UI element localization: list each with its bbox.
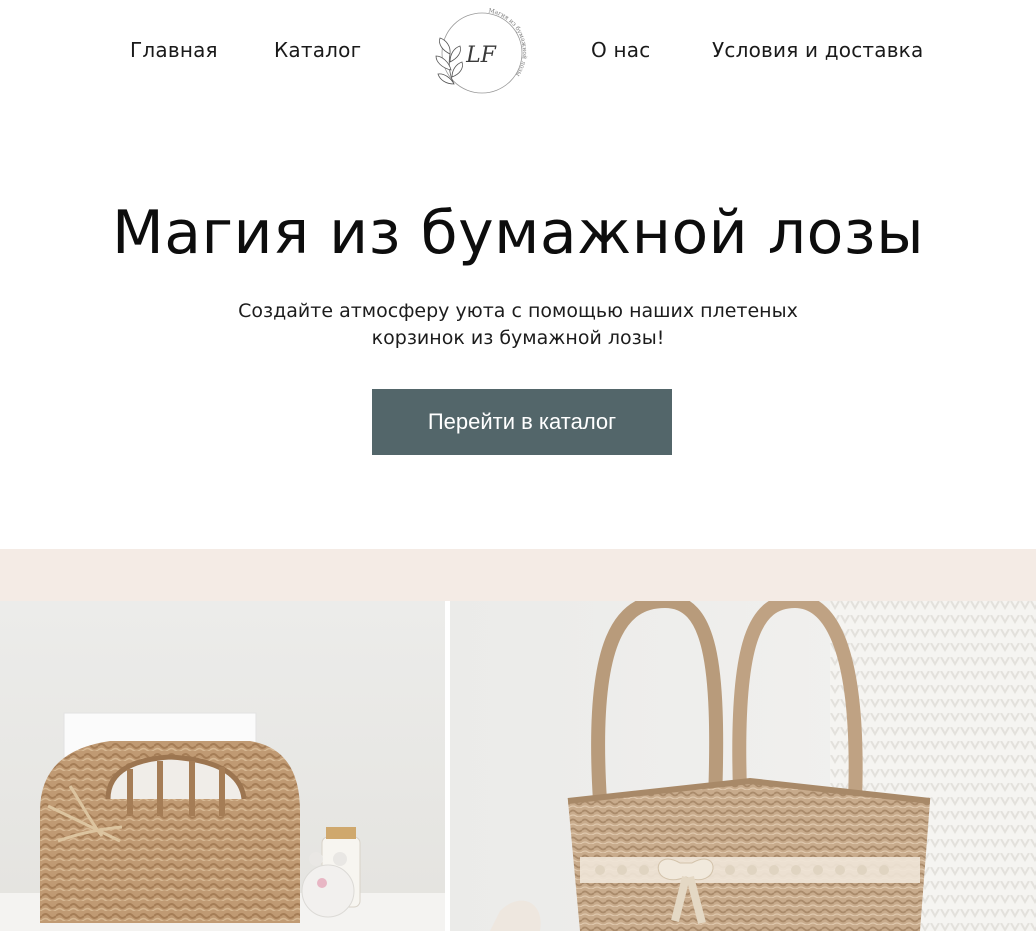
- go-to-catalog-button[interactable]: Перейти в каталог: [372, 389, 672, 455]
- nav-link-home[interactable]: Главная: [130, 38, 218, 62]
- hero-subtitle-line-1: Создайте атмосферу уюта с помощью наших …: [238, 300, 798, 322]
- nav-link-terms-delivery[interactable]: Условия и доставка: [712, 38, 923, 62]
- hero-subtitle: Создайте атмосферу уюта с помощью наших …: [218, 298, 818, 352]
- hero-title: Магия из бумажной лозы: [111, 198, 925, 268]
- top-navigation: Главная Каталог Магия из бумажной лозы L…: [0, 0, 1036, 100]
- nav-link-catalog[interactable]: Каталог: [274, 38, 361, 62]
- decorative-band: [0, 549, 1036, 601]
- ginkgo-leaf-icon: [435, 37, 463, 85]
- site-logo[interactable]: Магия из бумажной лозы LF: [424, 6, 530, 100]
- napkin-holder-basket-photo: [0, 601, 445, 931]
- hero-subtitle-line-2: корзинок из бумажной лозы!: [371, 327, 665, 349]
- logo-monogram: LF: [465, 43, 497, 68]
- nav-link-about[interactable]: О нас: [591, 38, 650, 62]
- handle-basket-photo: [450, 601, 1036, 931]
